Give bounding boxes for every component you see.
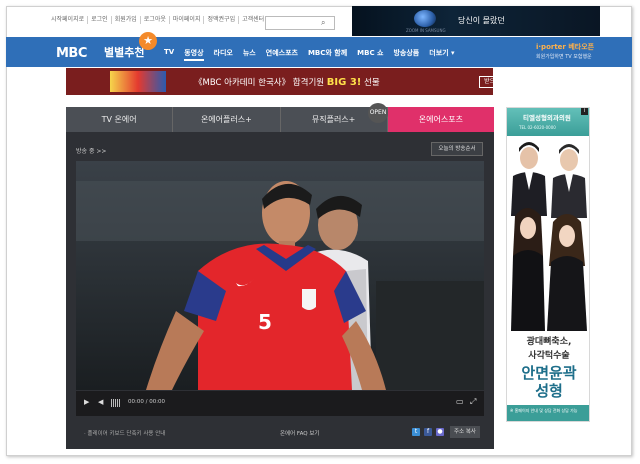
nav-item-more[interactable]: 더보기 ▾ <box>429 48 454 61</box>
side-ad-line4: 성형 <box>535 382 563 400</box>
side-ad-line2: 사각턱수술 <box>528 351 570 361</box>
nav-item-news[interactable]: 뉴스 <box>243 48 256 61</box>
banner-text: 《MBC 아카데미 한국사》 합격기원 BIG 3! 선물 <box>194 77 380 88</box>
shortcut-guide-link[interactable]: · 플레이어 키보드 단축키 사용 안내 <box>84 429 165 437</box>
brain-graphic <box>414 10 436 27</box>
utility-links: 시작페이지로 로그인 회원가입 로그아웃 마이페이지 정액권구입 고객센터 <box>48 16 267 24</box>
twitter-icon[interactable]: t <box>412 428 420 436</box>
clinic-tel: TEL 02-6020-0000 <box>519 125 556 130</box>
nav-item-products[interactable]: 방송상품 <box>393 48 419 61</box>
nav-item-with-mbc[interactable]: MBC와 함께 <box>308 48 347 61</box>
fullscreen-icon[interactable]: ⤢ <box>470 397 476 407</box>
top-ad-brand: ZOOM IN SAMSUNG <box>406 28 446 33</box>
tab-onair-plus[interactable]: 온에어플러스+ <box>173 107 281 132</box>
util-link-signup[interactable]: 회원가입 <box>112 16 141 24</box>
nav-item-radio[interactable]: 라디오 <box>214 48 233 61</box>
models-graphic <box>507 136 589 331</box>
share-icon[interactable]: ● <box>436 428 444 436</box>
iporter-subtext: 회원가입하면 TV 모험행운 <box>536 54 592 60</box>
util-link-purchase[interactable]: 정액권구입 <box>204 16 240 24</box>
main-nav: MBC 별별추천 ★ TV 동영상 라디오 뉴스 연예스포츠 MBC와 함께 M… <box>6 32 632 67</box>
util-link-home[interactable]: 시작페이지로 <box>48 16 89 24</box>
side-advertisement[interactable]: 티엘성형외과의원 TEL 02-6020-0000 i 광대뼈축소, 사각턱수술… <box>506 107 590 422</box>
nav-item-tv[interactable]: TV <box>164 48 174 61</box>
open-badge: OPEN <box>368 103 388 123</box>
banner-ad[interactable]: 《MBC 아카데미 한국사》 합격기원 BIG 3! 선물 받으러 가기 › <box>66 68 523 95</box>
util-link-support[interactable]: 고객센터 <box>239 16 267 24</box>
close-icon[interactable]: i <box>581 108 588 115</box>
star-icon: ★ <box>139 32 157 50</box>
util-link-login[interactable]: 로그인 <box>88 16 112 24</box>
banner-go-button[interactable]: 받으러 가기 › <box>479 76 523 88</box>
player-footer: · 플레이어 키보드 단축키 사용 안내 온에어 FAQ 보기 t f ● 주소… <box>76 423 484 441</box>
banner-highlight: BIG 3! <box>326 77 362 88</box>
side-ad-header: 티엘성형외과의원 TEL 02-6020-0000 <box>507 108 589 136</box>
side-ad-footer: ※ 홈페이지 안내 및 상담 전화 상담 가능 <box>507 405 589 421</box>
schedule-button[interactable]: 오늘의 방송순서 <box>431 142 483 156</box>
util-link-logout[interactable]: 로그아웃 <box>141 16 170 24</box>
util-link-mypage[interactable]: 마이페이지 <box>170 16 205 24</box>
clinic-name: 티엘성형외과의원 <box>523 114 571 122</box>
facebook-icon[interactable]: f <box>424 428 432 436</box>
caption-icon[interactable]: ▭ <box>456 397 464 406</box>
side-ad-line1: 광대뼈축소, <box>526 337 572 347</box>
nav-menu: TV 동영상 라디오 뉴스 연예스포츠 MBC와 함께 MBC 쇼 방송상품 더… <box>164 48 465 61</box>
play-icon[interactable]: ▶ <box>84 398 89 406</box>
volume-icon[interactable]: ◀ <box>98 398 103 406</box>
top-ad-text: 당신이 몰랐던 <box>458 16 505 25</box>
books-graphic <box>110 71 166 92</box>
mbc-logo[interactable]: MBC <box>56 46 87 61</box>
video-frame: 5 <box>76 161 484 390</box>
nav-pick[interactable]: 별별추천 <box>104 44 144 60</box>
copy-address-button[interactable]: 주소 복사 <box>450 426 480 438</box>
onair-tabs: TV 온에어 온에어플러스+ 뮤직플러스+ 온에어스포츠 <box>66 107 494 132</box>
faq-link[interactable]: 온에어 FAQ 보기 <box>280 429 319 437</box>
tab-tv-onair[interactable]: TV 온에어 <box>66 107 174 132</box>
nav-item-entertainment[interactable]: 연예스포츠 <box>266 48 298 61</box>
search-icon[interactable]: ⌕ <box>321 19 331 27</box>
video-area[interactable]: 5 <box>76 161 484 390</box>
nav-item-video[interactable]: 동영상 <box>184 48 204 61</box>
time-readout: 00:00 / 00:00 <box>128 399 166 405</box>
player-controls: ▶ ◀ 00:00 / 00:00 ▭ ⤢ <box>76 391 484 416</box>
onair-label[interactable]: 방송 중 >> <box>76 146 106 155</box>
jersey-number: 5 <box>258 310 272 334</box>
nav-item-mbc-show[interactable]: MBC 쇼 <box>357 48 383 61</box>
iporter-logo[interactable]: i·porter 베타오픈 <box>536 42 594 52</box>
top-advertisement[interactable]: ZOOM IN SAMSUNG 당신이 몰랐던 <box>352 6 600 36</box>
tab-onair-sports[interactable]: 온에어스포츠 <box>387 107 494 132</box>
volume-slider[interactable] <box>111 399 121 407</box>
